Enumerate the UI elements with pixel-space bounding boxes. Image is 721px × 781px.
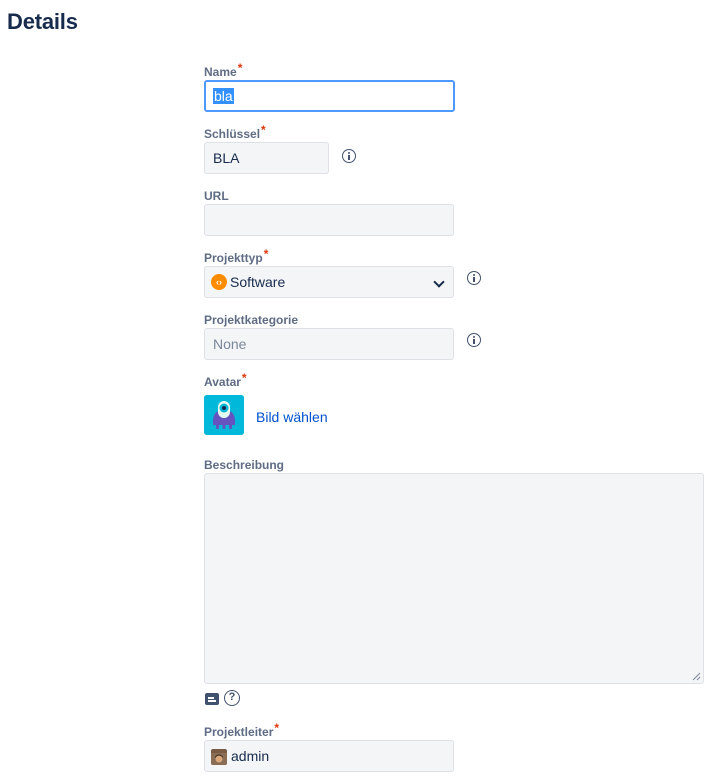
description-textarea[interactable] xyxy=(204,473,704,684)
project-lead-label-text: Projektleiter xyxy=(204,725,274,739)
required-marker: * xyxy=(261,123,266,137)
description-label: Beschreibung xyxy=(204,458,284,472)
project-type-label: Projekttyp* xyxy=(204,247,268,265)
chevron-down-icon xyxy=(433,276,445,288)
user-avatar-icon xyxy=(211,749,227,765)
url-label: URL xyxy=(204,189,229,203)
project-category-select[interactable]: None xyxy=(204,328,454,360)
choose-avatar-link[interactable]: Bild wählen xyxy=(256,409,328,425)
required-marker: * xyxy=(263,247,269,261)
project-type-value: Software xyxy=(230,274,286,290)
user-avatar-graphic xyxy=(211,753,227,765)
name-input[interactable]: bla xyxy=(204,80,455,112)
key-label: Schlüssel* xyxy=(204,123,266,141)
help-icon[interactable]: ? xyxy=(224,690,240,706)
required-marker: * xyxy=(274,721,280,735)
url-label-text: URL xyxy=(204,189,229,203)
required-marker: * xyxy=(237,61,243,75)
project-category-label-text: Projektkategorie xyxy=(204,313,299,327)
name-label-text: Name xyxy=(204,65,237,79)
key-input-value: BLA xyxy=(213,150,240,166)
project-lead-input[interactable]: admin xyxy=(204,740,454,772)
project-type-label-text: Projekttyp xyxy=(204,251,263,265)
key-label-text: Schlüssel xyxy=(204,127,261,141)
project-type-info-icon[interactable] xyxy=(467,271,481,285)
key-input[interactable]: BLA xyxy=(204,142,329,174)
project-category-label: Projektkategorie xyxy=(204,313,298,327)
project-category-placeholder: None xyxy=(213,336,247,352)
project-lead-label: Projektleiter* xyxy=(204,721,279,739)
name-input-value: bla xyxy=(213,88,234,104)
project-type-select[interactable]: ‹› Software xyxy=(204,266,454,298)
required-marker: * xyxy=(241,371,247,385)
resize-grip-icon[interactable] xyxy=(692,672,701,681)
key-info-icon[interactable] xyxy=(342,149,356,163)
project-avatar-icon[interactable] xyxy=(204,395,244,435)
project-lead-value: admin xyxy=(231,748,270,764)
software-project-icon: ‹› xyxy=(211,274,227,290)
project-avatar-graphic xyxy=(204,395,244,435)
page-title: Details xyxy=(7,9,78,34)
url-input[interactable] xyxy=(204,204,454,236)
avatar-label: Avatar* xyxy=(204,371,247,389)
text-format-icon[interactable] xyxy=(205,693,219,705)
avatar-label-text: Avatar xyxy=(204,375,241,389)
project-category-info-icon[interactable] xyxy=(467,333,481,347)
description-label-text: Beschreibung xyxy=(204,458,285,472)
name-label: Name* xyxy=(204,61,242,79)
